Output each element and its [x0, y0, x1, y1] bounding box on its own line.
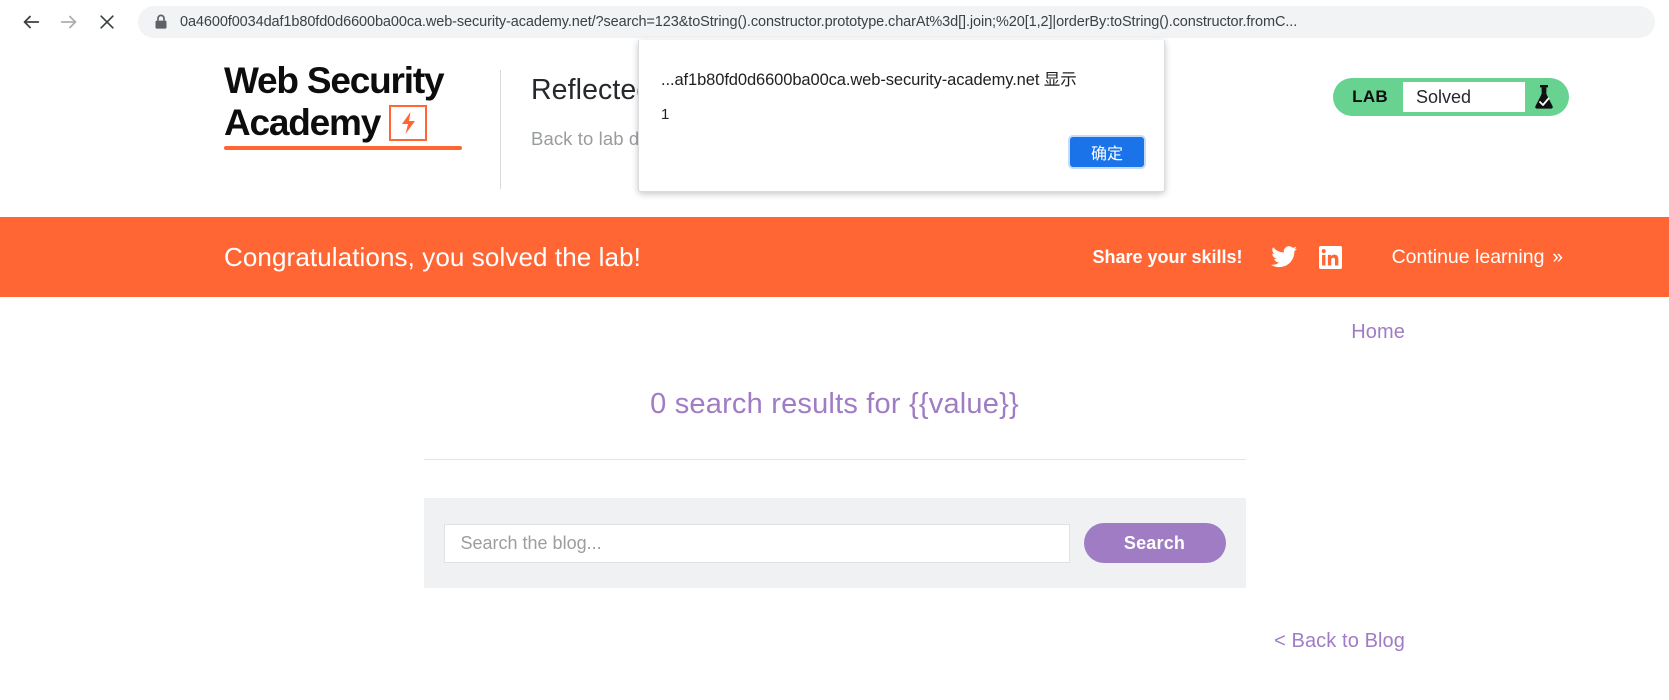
breadcrumb: Home — [106, 297, 1563, 344]
stop-x-icon — [97, 12, 117, 32]
solved-banner: Congratulations, you solved the lab! Sha… — [0, 217, 1669, 297]
dialog-button-row: 确定 — [1068, 135, 1146, 169]
javascript-alert-dialog: ...af1b80fd0d6600ba00ca.web-security-aca… — [638, 40, 1165, 192]
lab-tag-label: LAB — [1352, 87, 1388, 106]
browser-toolbar: 0a4600f0034daf1b80fd0d6600ba00ca.web-sec… — [0, 0, 1669, 44]
lightning-bolt-icon — [389, 105, 428, 141]
home-link[interactable]: Home — [1351, 321, 1405, 344]
search-input[interactable] — [443, 523, 1070, 563]
banner-message: Congratulations, you solved the lab! — [224, 241, 641, 272]
back-button[interactable] — [14, 5, 48, 39]
logo-line-2: Academy — [224, 102, 381, 143]
share-skills-label: Share your skills! — [1092, 246, 1243, 267]
dialog-ok-button[interactable]: 确定 — [1068, 135, 1146, 169]
logo-line-1: Web Security — [224, 60, 445, 101]
twitter-bird-icon[interactable] — [1270, 246, 1297, 268]
stop-button[interactable] — [90, 5, 124, 39]
back-to-blog-row: < Back to Blog — [106, 630, 1563, 653]
dialog-origin-text: ...af1b80fd0d6600ba00ca.web-security-aca… — [661, 71, 1077, 89]
linkedin-icon[interactable] — [1318, 245, 1342, 269]
forward-arrow-icon — [58, 11, 80, 33]
divider-rule — [423, 459, 1246, 460]
back-to-blog-link[interactable]: < Back to Blog — [1274, 630, 1405, 653]
back-arrow-icon — [20, 11, 42, 33]
forward-button[interactable] — [52, 5, 86, 39]
continue-learning-link[interactable]: Continue learning » — [1392, 246, 1563, 269]
address-bar[interactable]: 0a4600f0034daf1b80fd0d6600ba00ca.web-sec… — [138, 6, 1655, 38]
banner-actions: Share your skills! Continue learning » — [1092, 245, 1563, 269]
lock-icon — [154, 14, 168, 30]
main-content: Home 0 search results for {{value}} Sear… — [0, 297, 1669, 653]
continue-learning-label: Continue learning — [1391, 245, 1545, 268]
url-text: 0a4600f0034daf1b80fd0d6600ba00ca.web-sec… — [180, 14, 1298, 30]
search-button[interactable]: Search — [1083, 523, 1226, 563]
lab-state-label: Solved — [1403, 82, 1525, 112]
site-logo[interactable]: Web Security Academy — [224, 56, 482, 150]
chevron-right-icon: » — [1552, 246, 1563, 268]
dialog-message-text: 1 — [661, 106, 670, 123]
blog-search-panel: Search — [423, 498, 1246, 588]
search-results-heading: 0 search results for {{value}} — [650, 388, 1019, 420]
logo-underline — [224, 146, 462, 150]
lab-status-badge: LAB Solved — [1333, 78, 1569, 116]
flask-check-icon — [1525, 84, 1569, 110]
